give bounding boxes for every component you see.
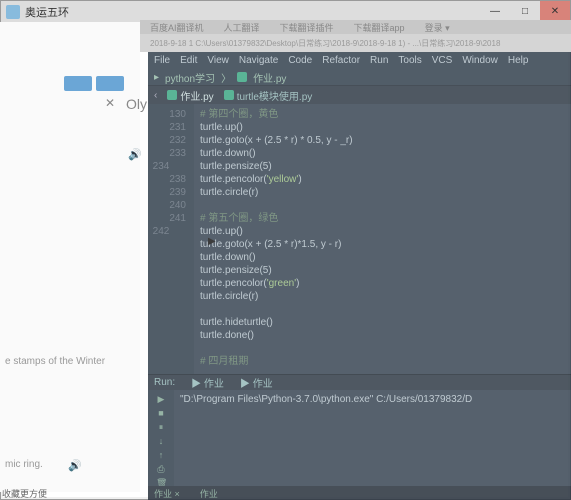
menu-file[interactable]: File — [154, 55, 170, 66]
menu-vcs[interactable]: VCS — [432, 55, 453, 66]
status-item[interactable]: 作业 × — [154, 487, 180, 500]
toolbar-link[interactable]: 人工翻译 — [224, 21, 260, 34]
tab-label: 作业.py — [180, 88, 213, 103]
sound-icon[interactable]: 🔊 — [128, 148, 142, 161]
chevron-left-icon[interactable]: ‹ — [154, 90, 157, 101]
editor-tabs: ‹ 作业.py turtle模块使用.py — [148, 86, 571, 104]
menu-refactor[interactable]: Refactor — [322, 55, 360, 66]
line-gutter: 130 231 232 233 234 238 239 240 241 242 — [148, 104, 194, 374]
toolbar-link[interactable]: 下载翻译插件 — [280, 21, 334, 34]
python-file-icon — [224, 90, 234, 100]
ide-menubar: File Edit View Navigate Code Refactor Ru… — [148, 52, 571, 69]
run-panel: ▶ ■ ⏸ ↓ ↑ ⎙ 🗑 "D:\Program Files\Python-3… — [148, 390, 571, 490]
bottom-text: 收藏更方便 — [2, 487, 47, 500]
menu-window[interactable]: Window — [462, 55, 498, 66]
menu-tools[interactable]: Tools — [398, 55, 421, 66]
menu-help[interactable]: Help — [508, 55, 529, 66]
toolbar-link[interactable]: 下载翻译app — [354, 21, 405, 34]
menu-edit[interactable]: Edit — [180, 55, 197, 66]
run-tab[interactable]: ▶ 作业 — [240, 375, 273, 390]
feather-icon — [6, 5, 20, 19]
toolbar-link[interactable]: 百度AI翻译机 — [150, 21, 204, 34]
stop-icon[interactable]: ■ — [156, 408, 166, 418]
menu-code[interactable]: Code — [288, 55, 312, 66]
turtle-cursor-icon: ▶ — [208, 236, 216, 247]
ide-titlebar-path: 2018-9-18 1 C:\Users\01379832\Desktop\日常… — [140, 34, 571, 52]
run-toolbar: ▶ ■ ⏸ ↓ ↑ ⎙ 🗑 — [148, 390, 174, 490]
stamps-text: e stamps of the Winter — [5, 356, 105, 367]
up-icon[interactable]: ↑ — [156, 450, 166, 460]
crumb-file[interactable]: 作业.py — [253, 70, 286, 85]
chevron-right-icon: 〉 — [221, 70, 231, 85]
print-icon[interactable]: ⎙ — [156, 464, 166, 474]
crumb-folder[interactable]: python学习 — [165, 70, 215, 85]
code-editor[interactable]: 130 231 232 233 234 238 239 240 241 242 … — [148, 104, 571, 374]
run-label: Run: — [154, 377, 175, 388]
window-title: 奥运五环 — [25, 4, 480, 20]
oly-text: Oly — [126, 96, 147, 112]
breadcrumb: ▸ python学习 〉 作业.py — [148, 69, 571, 86]
code-area[interactable]: # 第四个圈，黄色 turtle.up() turtle.goto(x + (2… — [194, 104, 571, 374]
menu-view[interactable]: View — [207, 55, 229, 66]
folder-icon: ▸ — [154, 72, 159, 83]
browser-toolbar: 百度AI翻译机 人工翻译 下载翻译插件 下载翻译app 登录 ▾ — [140, 20, 571, 34]
translate-button-2[interactable] — [96, 76, 124, 91]
path-text: 2018-9-18 1 C:\Users\01379832\Desktop\日常… — [150, 38, 500, 49]
close-x-icon[interactable]: ✕ — [105, 96, 115, 110]
tab-active[interactable]: 作业.py — [167, 88, 213, 103]
run-tab[interactable]: ▶ 作业 — [191, 375, 224, 390]
python-file-icon — [167, 90, 177, 100]
python-file-icon — [237, 72, 247, 82]
toolbar-link[interactable]: 登录 ▾ — [425, 21, 450, 34]
status-item[interactable]: 作业 — [200, 487, 218, 500]
rerun-icon[interactable]: ▶ — [156, 394, 166, 404]
mic-text: mic ring. — [5, 459, 43, 470]
browser-background — [0, 22, 140, 492]
run-header: Run: ▶ 作业 ▶ 作业 — [148, 374, 571, 390]
sound-icon-2[interactable]: 🔊 — [68, 459, 82, 472]
pycharm-window: File Edit View Navigate Code Refactor Ru… — [148, 52, 571, 500]
translate-button-1[interactable] — [64, 76, 92, 91]
pause-icon[interactable]: ⏸ — [156, 422, 166, 432]
tab-inactive[interactable]: turtle模块使用.py — [224, 88, 313, 103]
menu-navigate[interactable]: Navigate — [239, 55, 278, 66]
down-icon[interactable]: ↓ — [156, 436, 166, 446]
ide-statusbar: 作业 × 作业 — [148, 486, 571, 500]
tab-label: turtle模块使用.py — [237, 88, 313, 103]
console-output[interactable]: "D:\Program Files\Python-3.7.0\python.ex… — [174, 390, 571, 490]
menu-run[interactable]: Run — [370, 55, 388, 66]
